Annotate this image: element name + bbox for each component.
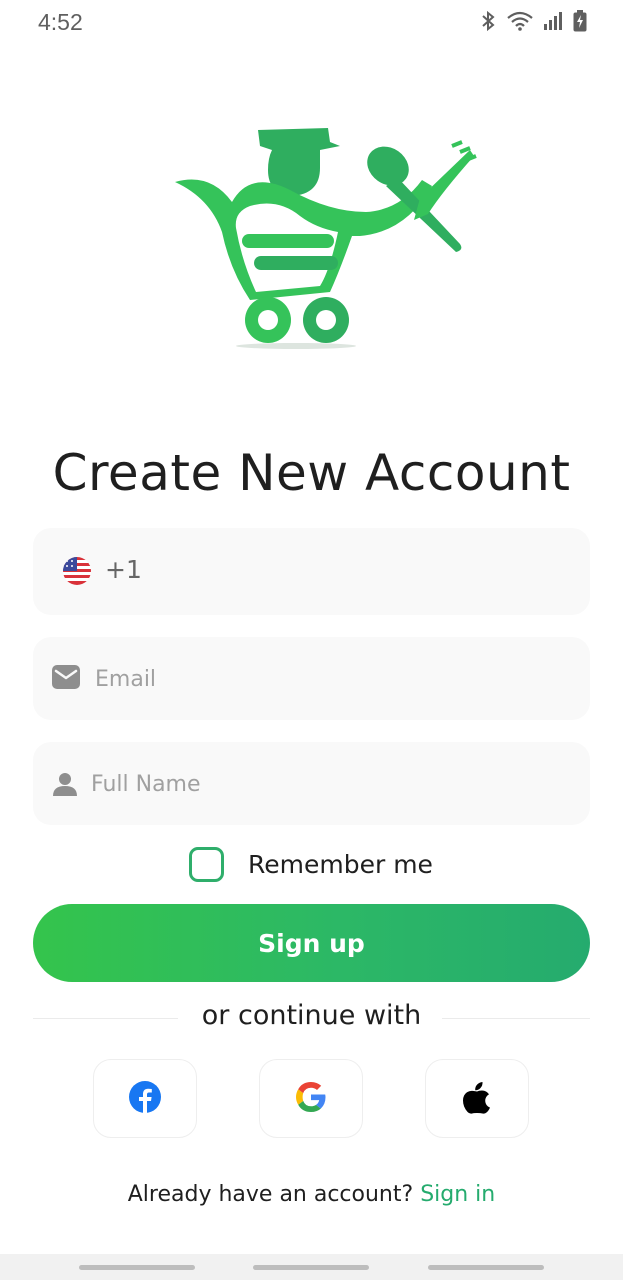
nav-back-handle[interactable] [428,1265,544,1270]
nav-home-handle[interactable] [253,1265,369,1270]
status-bar: 4:52 [0,0,623,44]
remember-me-row[interactable]: Remember me [189,847,433,882]
battery-charging-icon [573,10,587,32]
facebook-login-button[interactable] [93,1059,197,1138]
signal-icon [543,11,563,31]
app-logo [170,120,480,360]
divider-text: or continue with [201,1000,422,1031]
phone-field[interactable]: +1 [33,528,590,615]
status-icons [479,10,587,32]
user-icon [53,772,77,800]
sign-up-button[interactable]: Sign up [33,904,590,982]
mail-icon [52,665,80,693]
wifi-icon [507,11,533,31]
phone-country-code: +1 [105,555,142,584]
divider-line-right [442,1018,590,1019]
us-flag-icon[interactable] [63,557,91,585]
full-name-input[interactable] [91,768,561,800]
page-title: Create New Account [52,444,571,502]
apple-login-button[interactable] [425,1059,529,1138]
sign-in-prompt: Already have an account? [127,1182,414,1207]
bluetooth-icon [479,10,497,32]
email-field[interactable] [33,637,590,720]
status-time: 4:52 [38,9,83,35]
remember-me-label: Remember me [248,850,433,879]
system-navigation-bar [0,1254,623,1280]
apple-icon [462,1080,492,1118]
sign-in-row: Already have an account? Sign in [0,1182,623,1207]
google-login-button[interactable] [259,1059,363,1138]
email-input[interactable] [95,663,565,695]
google-icon [294,1080,328,1118]
facebook-icon [128,1080,162,1118]
sign-in-link[interactable]: Sign in [420,1182,495,1207]
divider: or continue with [33,1000,590,1036]
nav-recents-handle[interactable] [79,1265,195,1270]
full-name-field[interactable] [33,742,590,825]
remember-me-checkbox[interactable] [189,847,224,882]
